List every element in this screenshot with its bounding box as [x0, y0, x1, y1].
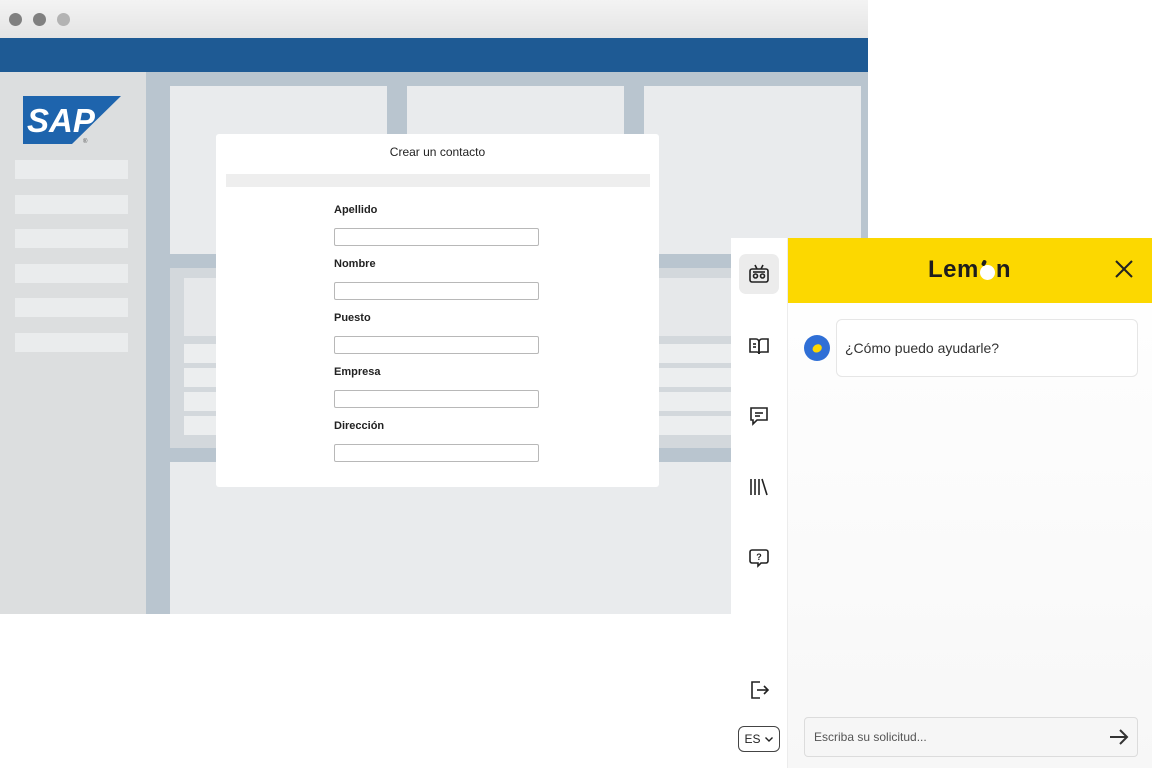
field-label-puesto: Puesto: [334, 312, 371, 324]
language-value: ES: [744, 732, 761, 746]
sidebar-placeholder-item[interactable]: [15, 333, 128, 352]
window-maximize-dot[interactable]: [57, 13, 70, 26]
assistant-header: Lem n: [788, 238, 1152, 303]
field-label-direccion: Dirección: [334, 420, 385, 432]
bot-avatar: [804, 335, 830, 361]
create-contact-dialog: Crear un contacto Apellido Nombre Puesto…: [216, 134, 659, 487]
field-label-empresa: Empresa: [334, 366, 381, 378]
send-arrow-icon[interactable]: [1107, 725, 1131, 749]
library-icon[interactable]: [739, 467, 779, 507]
puesto-input[interactable]: [334, 336, 539, 354]
robot-icon[interactable]: [739, 254, 779, 294]
nombre-input[interactable]: [334, 282, 539, 300]
svg-text:?: ?: [756, 552, 762, 562]
sap-shell-bar: [0, 38, 868, 72]
language-select[interactable]: ES: [738, 726, 780, 752]
book-icon[interactable]: [739, 326, 779, 366]
empresa-input[interactable]: [334, 390, 539, 408]
lemon-assistant-panel: ? ES Lem n ¿Cómo puedo ayudarle? Escriba…: [731, 238, 1152, 768]
window-close-dot[interactable]: [9, 13, 22, 26]
apellido-input[interactable]: [334, 228, 539, 246]
lemon-icon: [812, 344, 822, 353]
lemon-logo: Lem n: [928, 256, 1012, 283]
sidebar-placeholder-item[interactable]: [15, 160, 128, 179]
chat-icon[interactable]: [739, 396, 779, 436]
help-icon[interactable]: ?: [739, 538, 779, 578]
logout-icon[interactable]: [739, 670, 779, 710]
sap-sidebar: SAP ®: [0, 72, 146, 614]
sidebar-placeholder-item[interactable]: [15, 298, 128, 317]
chevron-down-icon: [764, 737, 773, 742]
window-minimize-dot[interactable]: [33, 13, 46, 26]
close-icon[interactable]: [1112, 257, 1136, 281]
sidebar-placeholder-item[interactable]: [15, 264, 128, 283]
assistant-main: Lem n ¿Cómo puedo ayudarle?: [788, 238, 1152, 768]
content-tile: [644, 86, 861, 254]
dialog-title: Crear un contacto: [389, 145, 486, 159]
assistant-message-bubble: ¿Cómo puedo ayudarle?: [836, 319, 1138, 377]
assistant-side-rail: ? ES: [731, 238, 788, 768]
field-label-apellido: Apellido: [334, 204, 378, 216]
sidebar-placeholder-item[interactable]: [15, 229, 128, 248]
chat-input-box: [804, 717, 1138, 757]
sidebar-placeholder-item[interactable]: [15, 195, 128, 214]
direccion-input[interactable]: [334, 444, 539, 462]
svg-text:SAP: SAP: [27, 102, 96, 139]
lemon-logo-mark: [979, 264, 995, 280]
chat-input[interactable]: [805, 718, 1095, 756]
sap-logo: SAP ®: [23, 96, 121, 145]
browser-titlebar: [0, 0, 868, 38]
content-tile-edge: [658, 278, 670, 336]
field-label-nombre: Nombre: [334, 258, 376, 270]
dialog-toolbar: [226, 174, 650, 187]
svg-text:®: ®: [83, 138, 88, 145]
